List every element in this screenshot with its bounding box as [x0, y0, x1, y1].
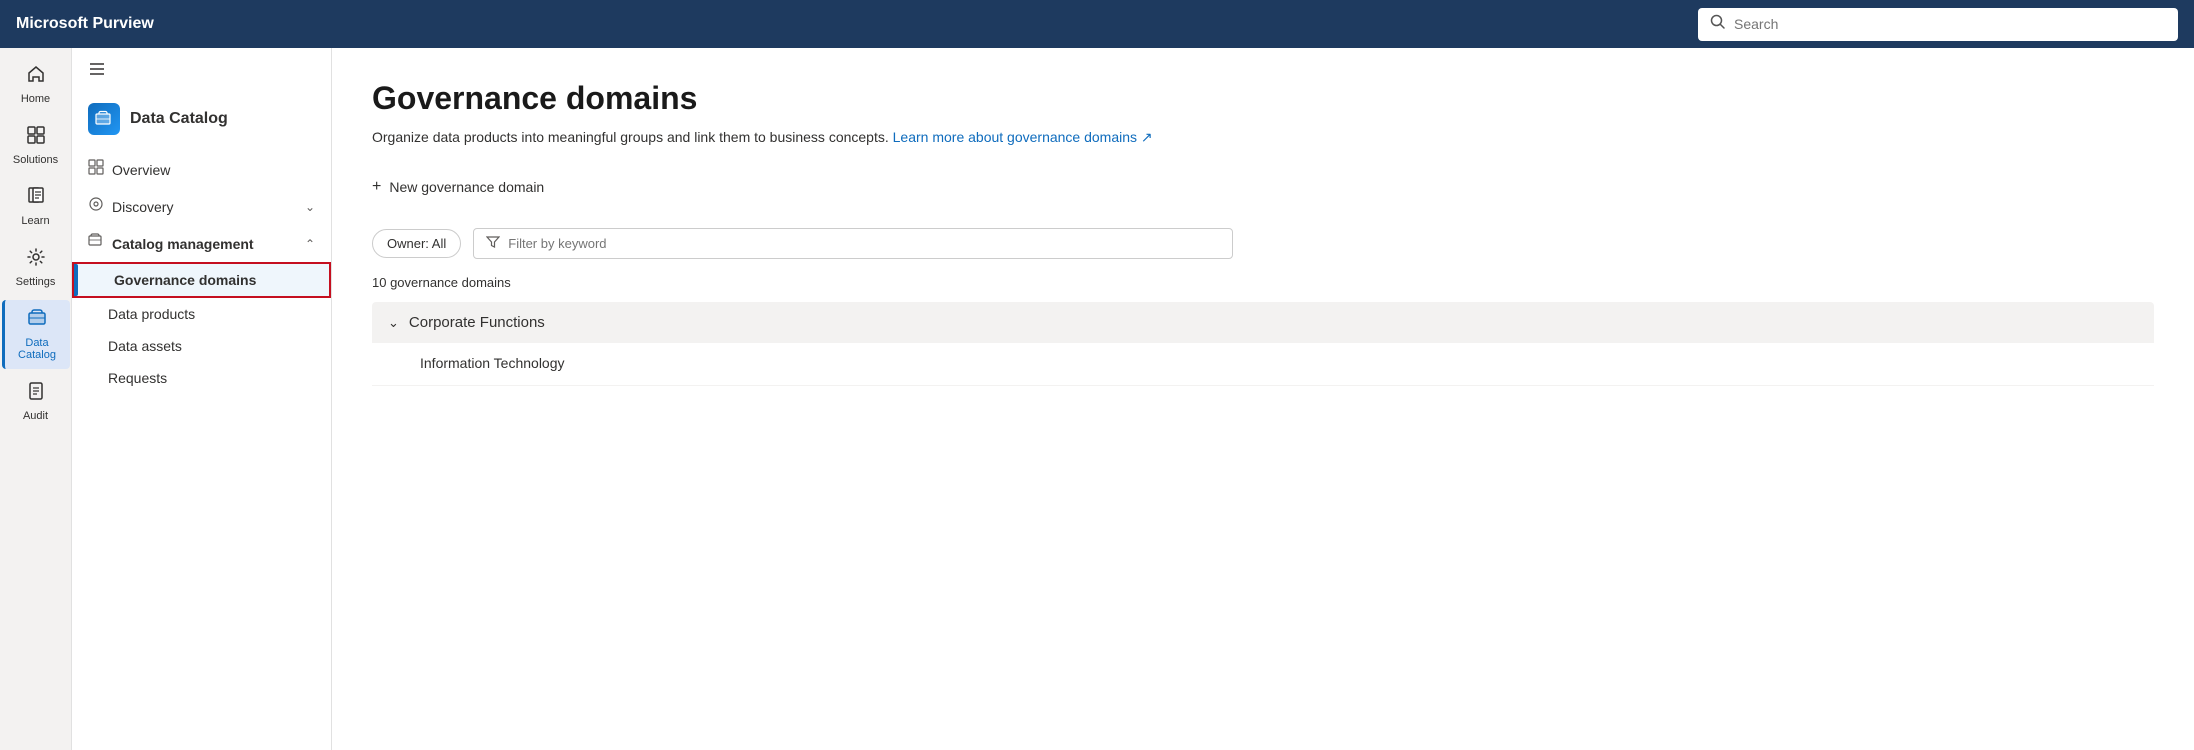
page-description: Organize data products into meaningful g…: [372, 129, 2154, 146]
sidebar-item-learn-label: Learn: [21, 215, 49, 227]
sidebar-item-settings-label: Settings: [16, 276, 56, 288]
info-tech-name: Information Technology: [420, 355, 565, 371]
sidebar-item-home-label: Home: [21, 93, 50, 105]
sidebar-item-audit[interactable]: Audit: [2, 373, 70, 430]
owner-filter-button[interactable]: Owner: All: [372, 229, 461, 258]
nav-sub-item-governance-domains[interactable]: Governance domains: [72, 262, 331, 298]
nav-group-catalog-management-label: Catalog management: [112, 236, 297, 252]
nav-item-discovery-label: Discovery: [112, 199, 297, 215]
sidebar-item-data-catalog-label: Data Catalog: [9, 337, 66, 361]
filter-icon: [486, 235, 500, 252]
app-title: Microsoft Purview: [16, 15, 154, 33]
discovery-chevron-icon: ⌄: [305, 200, 315, 214]
nav-item-overview-label: Overview: [112, 162, 315, 178]
page-title: Governance domains: [372, 80, 2154, 117]
settings-icon: [26, 247, 46, 272]
nav-sub-item-requests-label: Requests: [108, 370, 167, 386]
corporate-functions-chevron-icon: ⌄: [388, 315, 399, 331]
domain-list: ⌄ Corporate Functions Information Techno…: [372, 302, 2154, 386]
domain-sub-item-info-tech: Information Technology: [372, 343, 2154, 386]
catalog-title: Data Catalog: [130, 110, 228, 128]
solutions-icon: [26, 125, 46, 150]
plus-icon: +: [372, 178, 381, 196]
catalog-icon: [88, 103, 120, 135]
domain-group-corporate-functions-header[interactable]: ⌄ Corporate Functions: [372, 302, 2154, 343]
nav-sub-item-data-assets[interactable]: Data assets: [72, 330, 331, 362]
main-content: Governance domains Organize data product…: [332, 48, 2194, 750]
filter-row: Owner: All: [372, 228, 2154, 259]
nav-sub-item-data-assets-label: Data assets: [108, 338, 182, 354]
domain-count: 10 governance domains: [372, 275, 2154, 290]
catalog-header: Data Catalog: [72, 95, 331, 151]
new-governance-domain-button[interactable]: + New governance domain: [372, 170, 544, 204]
top-header: Microsoft Purview: [0, 0, 2194, 48]
search-icon: [1710, 14, 1726, 35]
nav-sub-item-requests[interactable]: Requests: [72, 362, 331, 394]
sidebar-item-settings[interactable]: Settings: [2, 239, 70, 296]
sidebar-header: [72, 48, 331, 95]
nav-group-catalog-management[interactable]: Catalog management ⌃: [72, 225, 331, 262]
search-bar: [1698, 8, 2178, 41]
icon-sidebar: Home Solutions: [0, 48, 72, 750]
learn-more-link[interactable]: Learn more about governance domains ↗: [893, 129, 1153, 145]
learn-icon: [26, 186, 46, 211]
audit-icon: [26, 381, 46, 406]
search-input[interactable]: [1734, 16, 2166, 32]
hamburger-icon[interactable]: [88, 60, 106, 83]
secondary-sidebar: Data Catalog Overview Disc: [72, 48, 332, 750]
sidebar-item-learn[interactable]: Learn: [2, 178, 70, 235]
keyword-filter: [473, 228, 1233, 259]
catalog-management-icon: [88, 233, 104, 254]
catalog-management-chevron-icon: ⌃: [305, 237, 315, 251]
new-domain-label: New governance domain: [389, 179, 544, 195]
keyword-filter-input[interactable]: [508, 236, 1220, 251]
discovery-icon: [88, 196, 104, 217]
sidebar-item-audit-label: Audit: [23, 410, 48, 422]
nav-sub-item-governance-domains-label: Governance domains: [110, 272, 256, 288]
domain-group-corporate-functions: ⌄ Corporate Functions Information Techno…: [372, 302, 2154, 386]
page-description-text: Organize data products into meaningful g…: [372, 129, 889, 145]
home-icon: [26, 64, 46, 89]
nav-item-overview[interactable]: Overview: [72, 151, 331, 188]
nav-sub-item-data-products-label: Data products: [108, 306, 195, 322]
nav-item-discovery[interactable]: Discovery ⌄: [72, 188, 331, 225]
sidebar-item-data-catalog[interactable]: Data Catalog: [2, 300, 70, 369]
sidebar-item-solutions[interactable]: Solutions: [2, 117, 70, 174]
sidebar-item-home[interactable]: Home: [2, 56, 70, 113]
data-catalog-icon: [27, 308, 47, 333]
overview-icon: [88, 159, 104, 180]
sidebar-item-solutions-label: Solutions: [13, 154, 58, 166]
nav-sub-item-data-products[interactable]: Data products: [72, 298, 331, 330]
main-layout: Home Solutions: [0, 48, 2194, 750]
corporate-functions-name: Corporate Functions: [409, 314, 545, 331]
